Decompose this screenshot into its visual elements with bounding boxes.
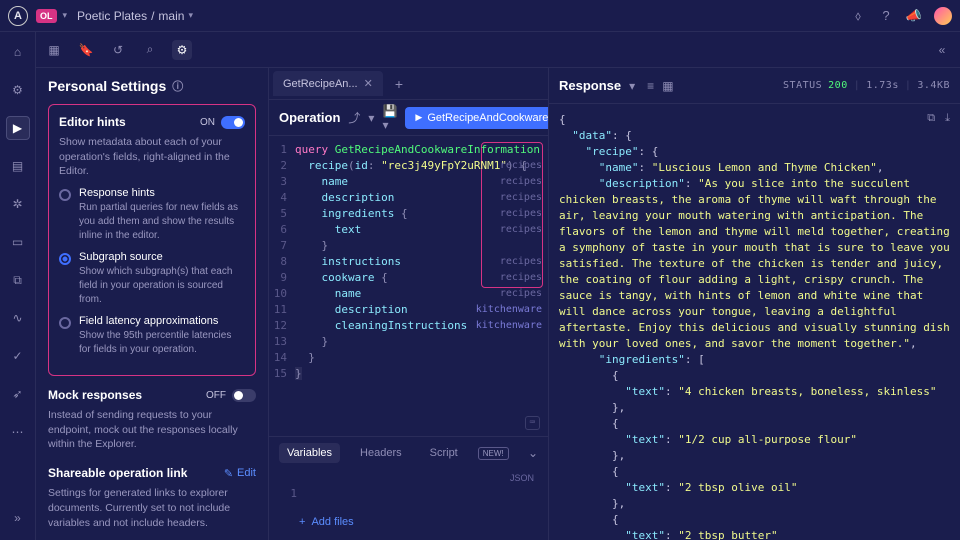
nav-doc-icon[interactable]: ▤ [6, 154, 30, 178]
logo[interactable]: A [8, 6, 28, 26]
tab-variables[interactable]: Variables [279, 443, 340, 463]
nav-pulse-icon[interactable]: ∿ [6, 306, 30, 330]
radio-response-hints[interactable]: Response hints Run partial queries for n… [59, 187, 245, 243]
page-title: Personal Settings ⓘ [48, 78, 256, 94]
mock-section: Mock responses OFF Instead of sending re… [48, 388, 256, 452]
close-icon[interactable]: ✕ [364, 77, 373, 90]
edit-link[interactable]: ✎ Edit [224, 467, 256, 480]
operation-title: Operation [279, 110, 340, 125]
search-icon[interactable]: ⌕ [140, 40, 160, 60]
response-title: Response [559, 78, 621, 93]
nav-tune-icon[interactable]: ⚙ [6, 78, 30, 102]
info-icon[interactable]: ⓘ [172, 78, 183, 94]
save-icon[interactable]: 💾▾ [382, 104, 397, 132]
sidenav: ⌂ ⚙ ▶ ▤ ✲ ▭ ⧉ ∿ ✓ ➶ ⋯ » [0, 32, 36, 540]
toggle-state: OFF [206, 390, 226, 401]
download-icon[interactable]: ⤓ [945, 110, 950, 126]
breadcrumb-branch: main [158, 9, 184, 23]
collapse-icon[interactable]: « [932, 40, 952, 60]
tabs-row: GetRecipeAn... ✕ + [269, 68, 548, 100]
section-title: Shareable operation link [48, 466, 187, 480]
chevron-down-icon[interactable]: ▾ [63, 10, 68, 21]
response-body[interactable]: ⧉⤓{ "data": { "recipe": { "name": "Lusci… [549, 104, 960, 540]
new-badge: NEW! [478, 447, 509, 460]
breadcrumb[interactable]: Poetic Plates / main ▾ [77, 9, 193, 23]
avatar[interactable] [934, 7, 952, 25]
toolbar: ▦ 🔖 ↺ ⌕ ⚙ « [36, 32, 960, 68]
nav-card-icon[interactable]: ▭ [6, 230, 30, 254]
response-header: Response ▾ ≡ ▦ STATUS 200 | 1.73s | 3.4K… [549, 68, 960, 104]
nav-more-icon[interactable]: ⋯ [6, 420, 30, 444]
view-table-icon[interactable]: ▦ [662, 79, 673, 93]
radio-icon [59, 189, 71, 201]
chevron-down-icon: ▾ [188, 10, 193, 21]
nav-check-icon[interactable]: ✓ [6, 344, 30, 368]
toggle-state: ON [200, 117, 215, 128]
help-icon[interactable]: ? [878, 8, 894, 24]
section-title: Editor hints [59, 115, 126, 129]
radio-field-latency[interactable]: Field latency approximations Show the 95… [59, 315, 245, 357]
tab-headers[interactable]: Headers [352, 443, 410, 463]
radio-icon [59, 317, 71, 329]
add-files-button[interactable]: + Add files [269, 508, 548, 540]
keyboard-icon[interactable]: ⌨ [525, 416, 540, 430]
mock-toggle[interactable] [232, 389, 256, 402]
vars-section: Variables Headers Script NEW! ⌄ JSON 1 +… [269, 436, 548, 540]
link-icon[interactable]: ⤴ [348, 109, 360, 126]
graduate-icon[interactable]: ⬨ [850, 8, 866, 24]
breadcrumb-project: Poetic Plates [77, 9, 147, 23]
nav-graph-icon[interactable]: ✲ [6, 192, 30, 216]
radio-icon [59, 253, 71, 265]
operation-tab[interactable]: GetRecipeAn... ✕ [273, 71, 383, 96]
org-badge[interactable]: OL [36, 9, 57, 23]
topbar: A OL ▾ Poetic Plates / main ▾ ⬨ ? 📣 [0, 0, 960, 32]
section-desc: Show metadata about each of your operati… [59, 135, 245, 179]
chevron-down-icon[interactable]: ▾ [368, 111, 374, 125]
share-section: Shareable operation link ✎ Edit Settings… [48, 466, 256, 530]
nav-explorer-icon[interactable]: ▶ [6, 116, 30, 140]
response-column: Response ▾ ≡ ▦ STATUS 200 | 1.73s | 3.4K… [548, 68, 960, 540]
json-label: JSON [279, 473, 538, 483]
run-button[interactable]: GetRecipeAndCookwarel... [405, 107, 570, 129]
copy-icon[interactable]: ⧉ [927, 110, 935, 126]
status-code: 200 [828, 80, 848, 91]
megaphone-icon[interactable]: 📣 [906, 8, 922, 24]
response-size: 3.4KB [917, 80, 950, 91]
editor-hints-toggle[interactable] [221, 116, 245, 129]
docs-icon[interactable]: ▦ [44, 40, 64, 60]
code-editor[interactable]: 1query GetRecipeAndCookwareInformation {… [269, 136, 548, 436]
settings-icon[interactable]: ⚙ [172, 40, 192, 60]
view-json-icon[interactable]: ≡ [647, 79, 654, 93]
chevron-down-icon[interactable]: ⌄ [528, 446, 538, 460]
operation-column: GetRecipeAn... ✕ + Operation ⤴ ▾ 💾▾ GetR… [268, 68, 548, 540]
radio-subgraph-source[interactable]: Subgraph source Show which subgraph(s) t… [59, 251, 245, 307]
history-icon[interactable]: ↺ [108, 40, 128, 60]
status-label: STATUS [783, 80, 822, 91]
add-tab-icon[interactable]: + [395, 76, 403, 92]
nav-expand-icon[interactable]: » [6, 506, 30, 530]
chevron-down-icon[interactable]: ▾ [629, 79, 635, 93]
response-time: 1.73s [866, 80, 899, 91]
operation-header: Operation ⤴ ▾ 💾▾ GetRecipeAndCookwarel..… [269, 100, 548, 136]
editor-hints-section: Editor hints ON Show metadata about each… [48, 104, 256, 376]
nav-rocket-icon[interactable]: ➶ [6, 382, 30, 406]
nav-devices-icon[interactable]: ⧉ [6, 268, 30, 292]
nav-home-icon[interactable]: ⌂ [6, 40, 30, 64]
tab-script[interactable]: Script [422, 443, 466, 463]
section-title: Mock responses [48, 388, 142, 402]
settings-pane: Personal Settings ⓘ Editor hints ON Show… [36, 68, 268, 540]
bookmark-icon[interactable]: 🔖 [76, 40, 96, 60]
